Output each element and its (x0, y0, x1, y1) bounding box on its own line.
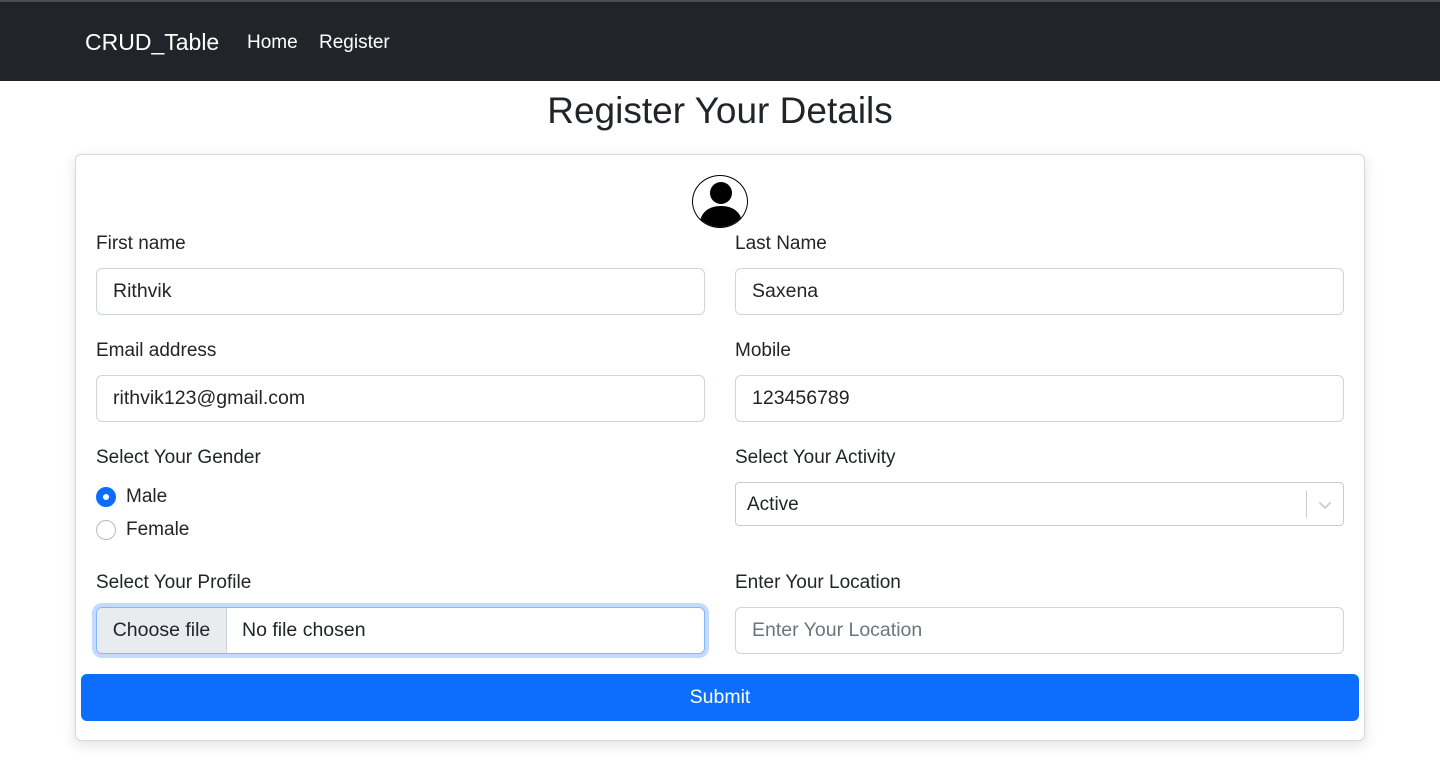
email-input[interactable] (96, 375, 705, 422)
first-name-label: First name (96, 233, 186, 254)
male-radio[interactable] (96, 487, 116, 507)
female-radio[interactable] (96, 520, 116, 540)
profile-file-input[interactable]: Choose file No file chosen (96, 607, 705, 654)
location-label: Enter Your Location (735, 572, 901, 593)
activity-selected-value: Active (747, 494, 799, 515)
gender-label: Select Your Gender (96, 447, 261, 468)
submit-button[interactable]: Submit (81, 674, 1359, 721)
male-radio-label: Male (126, 486, 168, 507)
nav-link-register[interactable]: Register (319, 32, 390, 54)
choose-file-button[interactable]: Choose file (97, 608, 227, 653)
navbar: CRUD_Table Home Register (0, 2, 1440, 81)
nav-link-home[interactable]: Home (247, 32, 298, 54)
page-title: Register Your Details (547, 90, 893, 131)
chevron-down-icon[interactable] (1317, 497, 1333, 513)
gender-option-male[interactable]: Male (96, 485, 167, 509)
activity-label: Select Your Activity (735, 447, 896, 468)
female-radio-label: Female (126, 519, 190, 540)
file-status-text: No file chosen (242, 619, 366, 641)
location-input[interactable] (735, 607, 1344, 654)
mobile-input[interactable] (735, 375, 1344, 422)
navbar-brand[interactable]: CRUD_Table (85, 28, 219, 56)
last-name-input[interactable] (735, 268, 1344, 315)
last-name-label: Last Name (735, 233, 827, 254)
user-avatar-icon (692, 175, 748, 228)
first-name-input[interactable] (96, 268, 705, 315)
activity-select[interactable]: Active (735, 482, 1344, 526)
profile-label: Select Your Profile (96, 572, 252, 593)
email-label: Email address (96, 340, 217, 361)
select-indicator-separator (1306, 491, 1307, 518)
mobile-label: Mobile (735, 340, 791, 361)
gender-option-female[interactable]: Female (96, 518, 189, 542)
